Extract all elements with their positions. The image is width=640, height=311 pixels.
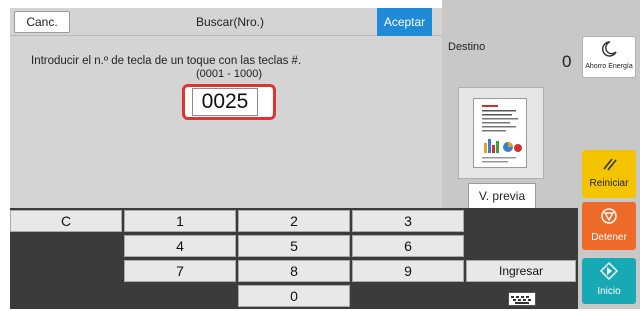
document-thumbnail-icon <box>473 98 527 168</box>
copier-screen: Canc. Buscar(Nro.) Aceptar Introducir el… <box>0 0 640 309</box>
energy-saver-button[interactable]: Ahorro Energía <box>582 36 636 78</box>
enter-key[interactable]: Ingresar <box>466 260 576 282</box>
start-icon <box>582 261 636 283</box>
dialog-title: Buscar(Nro.) <box>195 15 264 29</box>
key-2[interactable]: 2 <box>238 210 350 232</box>
keyboard-icon[interactable] <box>508 292 536 306</box>
key-8[interactable]: 8 <box>238 260 350 282</box>
destination-count: 0 <box>562 52 572 71</box>
key-5[interactable]: 5 <box>238 235 350 257</box>
destination-label: Destino <box>448 41 486 53</box>
energy-saver-label: Ahorro Energía <box>585 63 633 70</box>
cancel-button[interactable]: Canc. <box>14 11 70 33</box>
reset-label: Reiniciar <box>589 178 629 189</box>
moon-icon <box>583 41 635 59</box>
reset-icon <box>582 156 636 175</box>
start-button[interactable]: Inicio <box>582 258 636 304</box>
key-clear[interactable]: C <box>10 210 122 232</box>
stop-label: Detener <box>591 232 627 243</box>
key-9[interactable]: 9 <box>352 260 464 282</box>
key-3[interactable]: 3 <box>352 210 464 232</box>
key-4[interactable]: 4 <box>124 235 236 257</box>
accept-button[interactable]: Aceptar <box>377 8 432 36</box>
stop-button[interactable]: Detener <box>582 202 636 250</box>
reset-button[interactable]: Reiniciar <box>582 150 636 198</box>
start-label: Inicio <box>597 286 621 297</box>
key-1[interactable]: 1 <box>124 210 236 232</box>
key-7[interactable]: 7 <box>124 260 236 282</box>
number-input[interactable]: 0025 <box>192 88 258 116</box>
range-hint: (0001 - 1000) <box>188 68 270 82</box>
key-0[interactable]: 0 <box>238 285 350 307</box>
stop-icon <box>582 207 636 228</box>
preview-button[interactable]: V. previa <box>468 183 536 209</box>
key-6[interactable]: 6 <box>352 235 464 257</box>
